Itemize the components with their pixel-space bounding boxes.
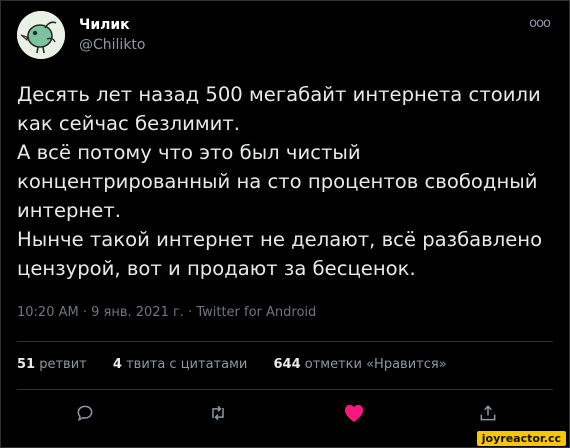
likes-stat[interactable]: 644 отметки «Нравится»: [273, 357, 446, 372]
retweets-stat[interactable]: 51 ретвит: [17, 357, 87, 372]
author-name[interactable]: Чилик: [79, 17, 130, 33]
tweet-text: Десять лет назад 500 мегабайт интернета …: [17, 83, 543, 280]
retweets-label: ретвит: [39, 357, 87, 372]
reply-button[interactable]: [72, 400, 98, 426]
author-handle[interactable]: @Chilikto: [79, 37, 145, 53]
likes-label: отметки «Нравится»: [304, 357, 447, 372]
tweet-meta[interactable]: 10:20 AM · 9 янв. 2021 г. · Twitter for …: [17, 305, 316, 320]
reply-icon: [77, 405, 93, 422]
divider: [17, 389, 553, 390]
like-icon: [344, 404, 364, 423]
retweets-count: 51: [17, 357, 36, 372]
watermark: joyreactor.cc: [476, 431, 566, 446]
quotes-label: твита с цитатами: [126, 357, 248, 372]
retweet-button[interactable]: [205, 400, 231, 426]
quotes-stat[interactable]: 4 твита с цитатами: [113, 357, 247, 372]
likes-count: 644: [273, 357, 301, 372]
quotes-count: 4: [112, 357, 122, 372]
engagement-stats: 51 ретвит 4 твита с цитатами 644 отметки…: [17, 357, 469, 372]
share-icon: [480, 405, 496, 421]
bird-avatar-icon: [17, 11, 65, 59]
divider: [17, 341, 553, 342]
avatar[interactable]: [17, 11, 65, 59]
more-dots-icon[interactable]: ooo: [529, 16, 551, 31]
like-button[interactable]: [341, 400, 367, 426]
retweet-icon: [212, 405, 224, 421]
share-button[interactable]: [475, 400, 501, 426]
